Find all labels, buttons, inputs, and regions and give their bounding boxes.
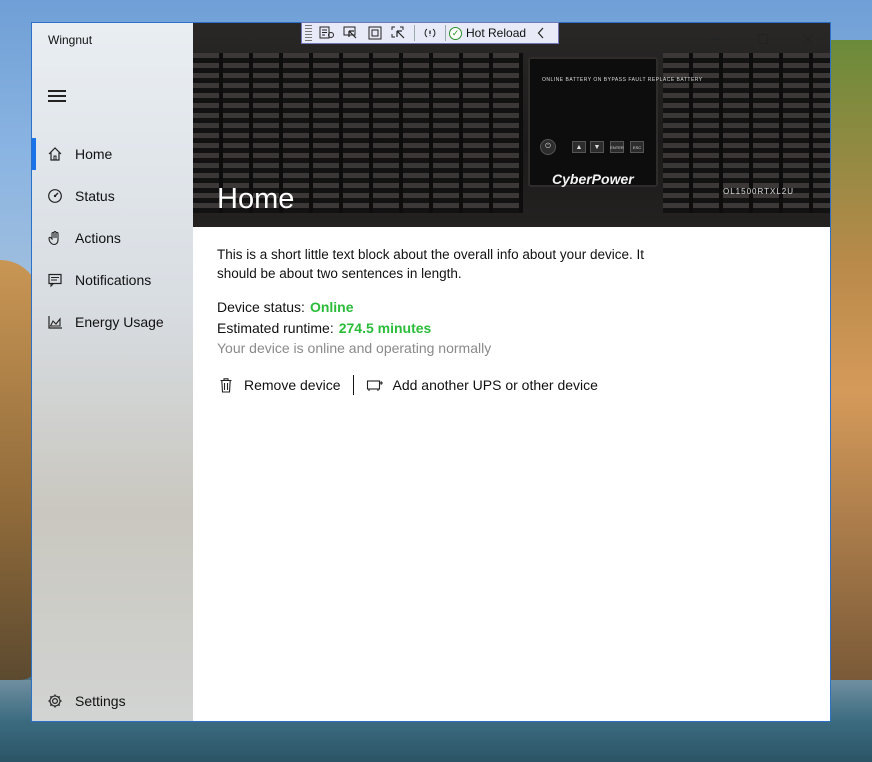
toolbar-separator — [414, 25, 415, 41]
panel-enter-button: ENTER — [610, 141, 624, 153]
toolbar-grip[interactable] — [305, 25, 312, 41]
nav-label: Energy Usage — [75, 314, 164, 330]
track-focus-icon — [391, 26, 405, 39]
home-icon — [46, 145, 64, 163]
hand-icon — [46, 229, 64, 247]
main-content: ONLINE BATTERY ON BYPASS FAULT REPLACE B… — [193, 23, 830, 721]
hot-reload-status[interactable]: ✓ Hot Reload — [449, 26, 526, 40]
device-status-label: Device status: — [217, 299, 305, 315]
nav-item-energy-usage[interactable]: Energy Usage — [32, 302, 193, 342]
minimize-button[interactable] — [701, 29, 731, 49]
gear-icon — [46, 692, 64, 710]
remove-device-label: Remove device — [244, 377, 341, 393]
device-status-value: Online — [309, 299, 354, 315]
runtime-label: Estimated runtime: — [217, 320, 334, 336]
layout-adorners-button[interactable] — [363, 24, 387, 42]
track-focus-button[interactable] — [387, 24, 411, 42]
gauge-icon — [46, 187, 64, 205]
hero-image: ONLINE BATTERY ON BYPASS FAULT REPLACE B… — [193, 23, 830, 227]
runtime-row: Estimated runtime: 274.5 minutes — [217, 320, 807, 340]
desktop-background-rock-right — [828, 40, 872, 680]
minimize-icon — [711, 38, 721, 40]
toolbar-separator — [445, 25, 446, 41]
close-icon — [802, 33, 814, 45]
debug-toolbar: ✓ Hot Reload — [301, 22, 559, 44]
intro-text: This is a short little text block about … — [217, 247, 644, 281]
add-device-button[interactable]: Add another UPS or other device — [366, 376, 598, 394]
visual-tree-icon — [319, 26, 334, 39]
add-device-label: Add another UPS or other device — [392, 377, 598, 393]
app-window: Wingnut Home Status Actions Notification… — [31, 22, 831, 722]
trash-icon — [217, 376, 235, 394]
remove-device-button[interactable]: Remove device — [217, 376, 341, 394]
chevron-left-icon — [537, 27, 544, 39]
hamburger-menu-button[interactable] — [48, 90, 66, 104]
nav-label: Status — [75, 188, 115, 204]
action-bar: Remove device Add another UPS or other d… — [217, 375, 598, 395]
nav-label: Actions — [75, 230, 121, 246]
brand-logo: CyberPower — [552, 171, 634, 187]
runtime-value: 274.5 minutes — [338, 320, 432, 336]
power-icon: ⏻ — [540, 139, 556, 155]
nav-item-notifications[interactable]: Notifications — [32, 260, 193, 300]
checkmark-icon: ✓ — [449, 26, 462, 40]
up-arrow-icon: ▲ — [572, 141, 586, 153]
maximize-icon — [758, 34, 768, 44]
hot-reload-label: Hot Reload — [466, 26, 527, 40]
nav-label: Notifications — [75, 272, 152, 288]
message-icon — [46, 271, 64, 289]
status-note: Your device is online and operating norm… — [217, 340, 492, 356]
action-separator — [352, 375, 354, 395]
device-status-row: Device status: Online — [217, 299, 807, 319]
area-chart-icon — [46, 313, 64, 331]
panel-esc-button: ESC — [630, 141, 644, 153]
select-element-button[interactable] — [339, 24, 363, 42]
nav-label: Settings — [75, 693, 126, 709]
model-label: OL1500RTXL2U — [723, 187, 794, 196]
nav-item-actions[interactable]: Actions — [32, 218, 193, 258]
ups-front-panel: ONLINE BATTERY ON BYPASS FAULT REPLACE B… — [528, 57, 702, 187]
panel-labels: ONLINE BATTERY ON BYPASS FAULT REPLACE B… — [542, 77, 703, 83]
nav-item-settings[interactable]: Settings — [32, 681, 193, 721]
selection-indicator — [32, 138, 36, 170]
close-button[interactable] — [793, 29, 823, 49]
select-element-icon — [343, 26, 357, 39]
nav-item-home[interactable]: Home — [32, 134, 193, 174]
live-visual-tree-button[interactable] — [315, 24, 339, 42]
page-title: Home — [217, 183, 295, 215]
collapse-toolbar-button[interactable] — [534, 24, 548, 42]
maximize-button[interactable] — [748, 29, 778, 49]
binding-failures-button[interactable] — [418, 24, 442, 42]
app-title: Wingnut — [48, 33, 93, 47]
sidebar: Wingnut Home Status Actions Notification… — [32, 23, 193, 721]
add-device-icon — [366, 376, 384, 394]
binding-icon — [424, 28, 436, 38]
layout-adorner-icon — [368, 26, 382, 40]
down-arrow-icon: ▼ — [590, 141, 604, 153]
nav-label: Home — [75, 146, 113, 162]
nav-item-status[interactable]: Status — [32, 176, 193, 216]
device-info: This is a short little text block about … — [217, 245, 807, 360]
